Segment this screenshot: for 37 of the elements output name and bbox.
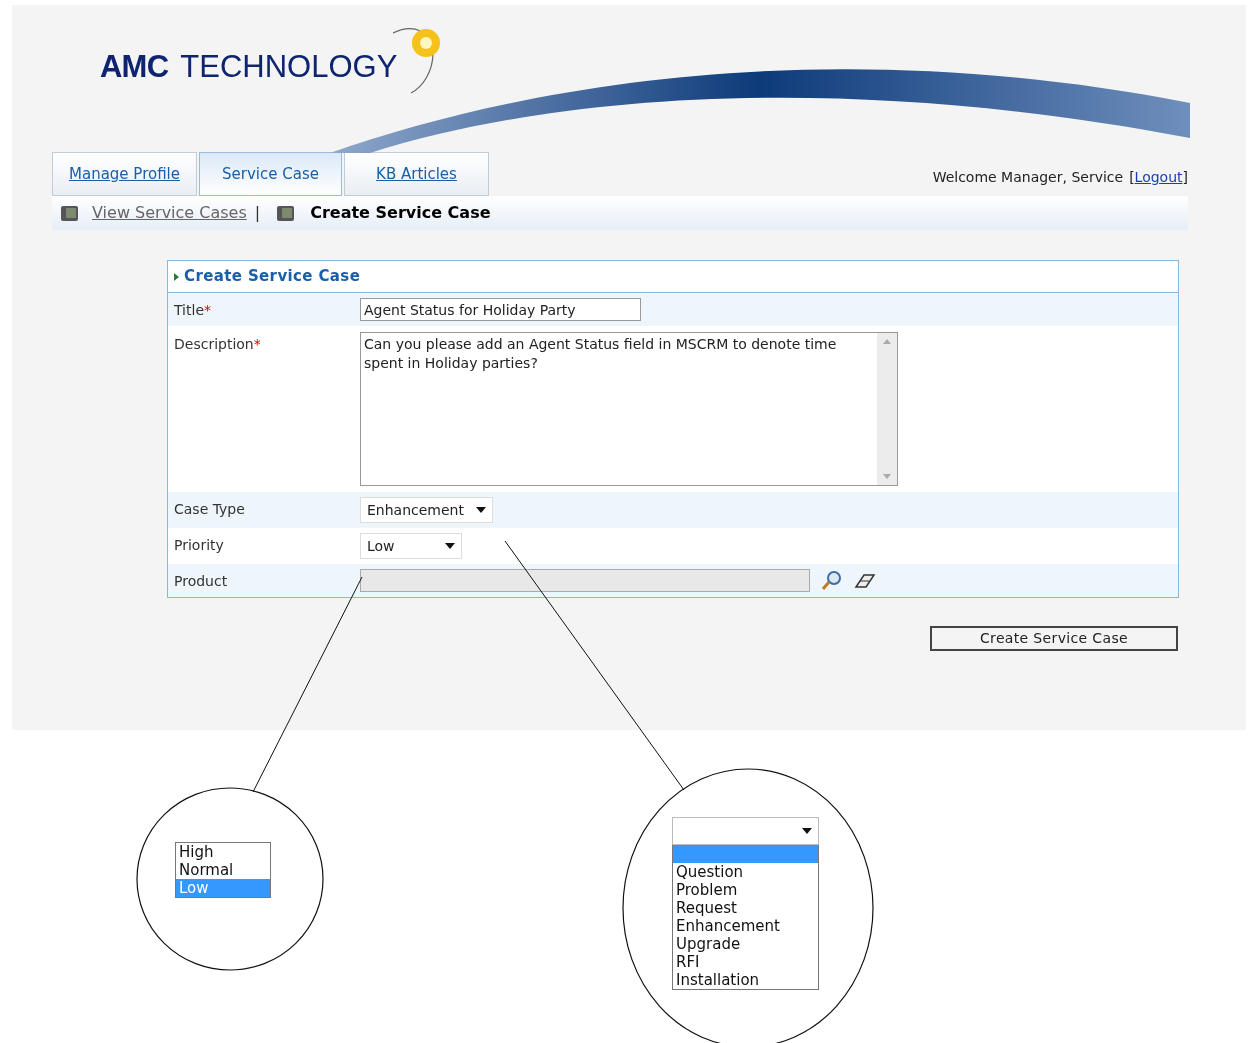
- current-page-text: Create Service Case: [310, 202, 491, 224]
- case-icon: [60, 204, 80, 222]
- nav-tab[interactable]: Service Case: [199, 152, 342, 196]
- search-icon[interactable]: [820, 569, 844, 592]
- welcome-text: Welcome Manager, Service: [932, 168, 1124, 187]
- case-icon: [276, 204, 297, 222]
- bracket-text: ]: [1182, 168, 1188, 187]
- breadcrumb-link[interactable]: View Service Cases: [92, 201, 247, 225]
- blank-option[interactable]: [673, 845, 818, 863]
- dropdown-arrow-icon: [445, 543, 455, 549]
- section-title: Create Service Case: [184, 266, 361, 288]
- required-mark: *: [253, 336, 261, 352]
- create-case-button[interactable]: Create Service Case: [930, 626, 1178, 651]
- field-label: Title: [174, 302, 204, 318]
- nav-tab[interactable]: Manage Profile: [52, 152, 197, 196]
- required-mark: *: [204, 302, 211, 318]
- triangle-icon: [174, 272, 179, 281]
- dropdown-field[interactable]: Enhancement: [360, 497, 493, 523]
- nav-tab[interactable]: KB Articles: [344, 152, 489, 196]
- logo-text: AMC: [100, 51, 169, 82]
- logout-link[interactable]: Logout: [1134, 167, 1183, 188]
- logo-text: TECHNOLOGY: [180, 51, 398, 82]
- dropdown-field[interactable]: Low: [360, 533, 462, 559]
- field-label: Priority: [174, 537, 224, 553]
- dropdown-field[interactable]: [672, 817, 819, 845]
- description-field[interactable]: Can you please add an Agent Status field in MSCRM to denote time spent in Holiday parties?: [360, 332, 898, 486]
- dropdown-arrow-icon: [475, 507, 486, 513]
- field-label: Description: [174, 336, 254, 352]
- separator-text: |: [254, 202, 261, 224]
- dropdown-arrow-icon: [802, 828, 812, 834]
- bracket-text: [: [1129, 168, 1135, 187]
- field-label: Product: [174, 573, 228, 589]
- scroll-down-icon: [883, 474, 891, 479]
- product-field[interactable]: [360, 569, 810, 592]
- field-label: Case Type: [174, 501, 245, 517]
- scroll-up-icon: [883, 339, 891, 344]
- title-field[interactable]: Agent Status for Holiday Party: [360, 298, 641, 321]
